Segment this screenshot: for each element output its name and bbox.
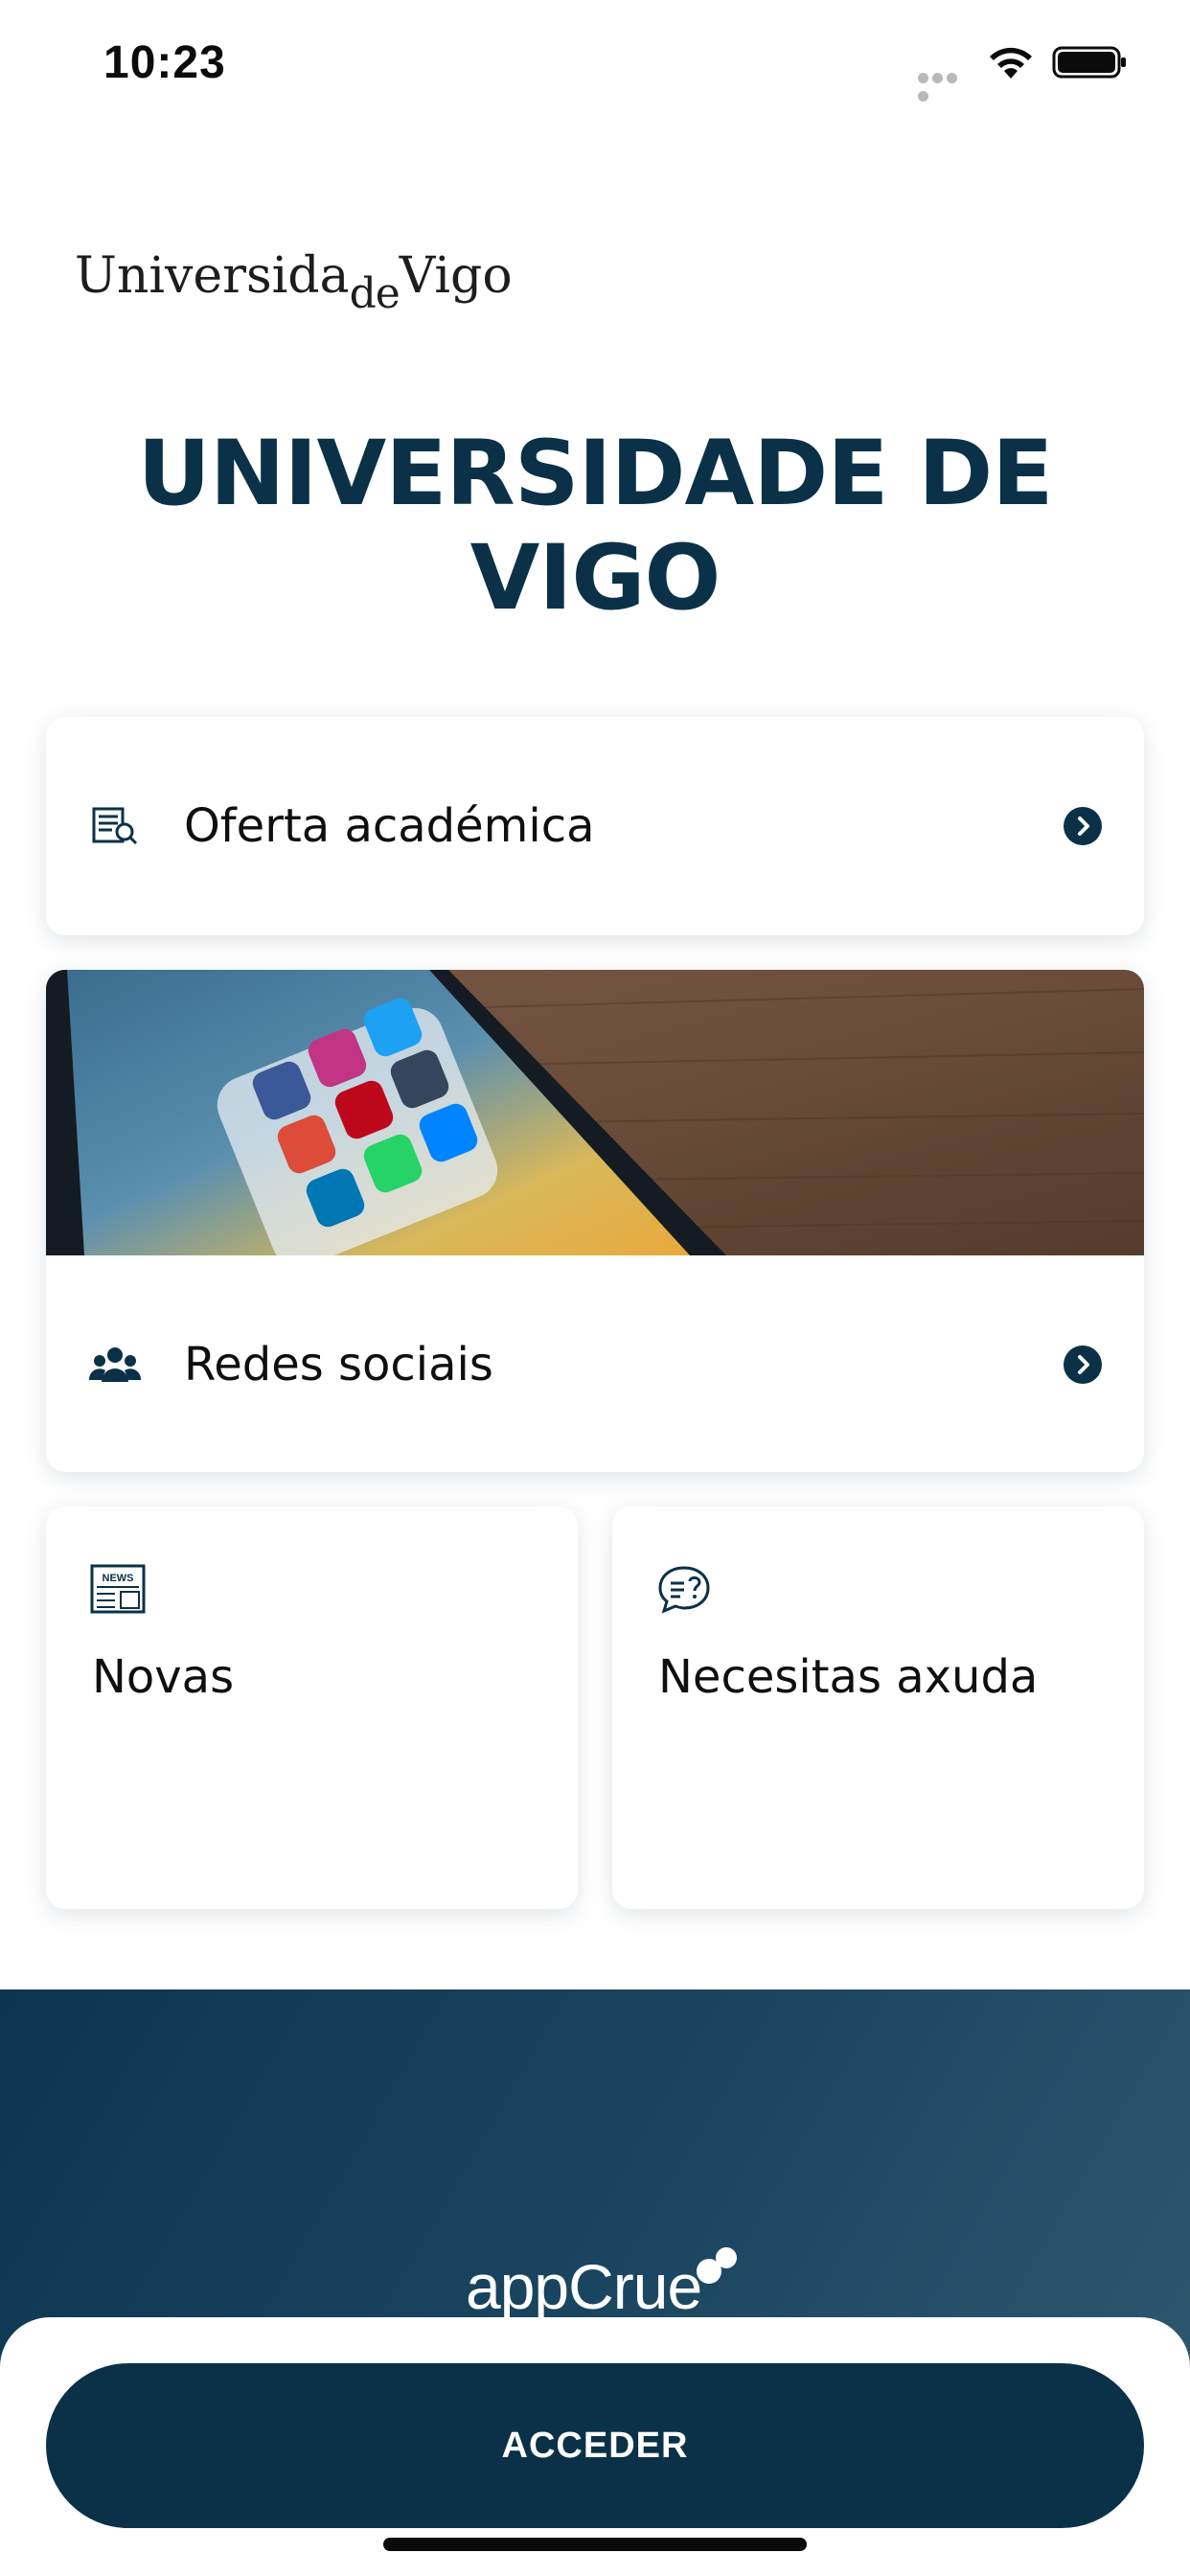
novas-label: Novas xyxy=(92,1650,235,1704)
home-indicator xyxy=(383,2538,807,2551)
logo-text-universida: Universida xyxy=(75,247,350,305)
help-chat-icon xyxy=(658,1566,710,1614)
chevron-right-icon xyxy=(1064,807,1102,845)
redes-sociais-label: Redes sociais xyxy=(184,1338,493,1392)
novas-card[interactable]: NEWS Novas xyxy=(46,1506,578,1909)
status-time: 10:23 xyxy=(103,37,226,88)
chevron-right-icon xyxy=(1064,1346,1102,1384)
appcrue-logo-mark-icon xyxy=(697,2247,737,2284)
phone-social-apps-photo xyxy=(46,970,1144,1255)
cellular-signal-icon xyxy=(918,69,973,102)
oferta-academica-label: Oferta académica xyxy=(184,799,595,853)
status-bar: 10:23 xyxy=(0,0,1190,134)
battery-icon xyxy=(1052,46,1126,79)
catalog-search-icon xyxy=(92,807,138,845)
oferta-academica-card[interactable]: Oferta académica xyxy=(46,717,1144,935)
oferta-academica-row[interactable]: Oferta académica xyxy=(46,778,1144,874)
necesitas-axuda-card[interactable]: Necesitas axuda xyxy=(612,1506,1144,1909)
users-group-icon xyxy=(88,1347,142,1382)
page-title: UNIVERSIDADE DE VIGO xyxy=(137,422,1054,631)
acceder-button[interactable]: ACCEDER xyxy=(46,2363,1144,2528)
logo-text-vigo: Vigo xyxy=(399,247,513,305)
svg-text:NEWS: NEWS xyxy=(103,1573,134,1584)
appcrue-logo-text: appCrue xyxy=(466,2251,702,2322)
newspaper-icon: NEWS xyxy=(90,1564,146,1614)
university-logo: UniversidadeVigo xyxy=(75,247,513,318)
logo-text-de: de xyxy=(349,269,400,318)
redes-sociais-card[interactable]: Redes sociais xyxy=(46,970,1144,1472)
necesitas-axuda-label: Necesitas axuda xyxy=(658,1650,1039,1704)
redes-sociais-row[interactable]: Redes sociais xyxy=(46,1317,1144,1413)
wifi-icon xyxy=(990,47,1032,79)
